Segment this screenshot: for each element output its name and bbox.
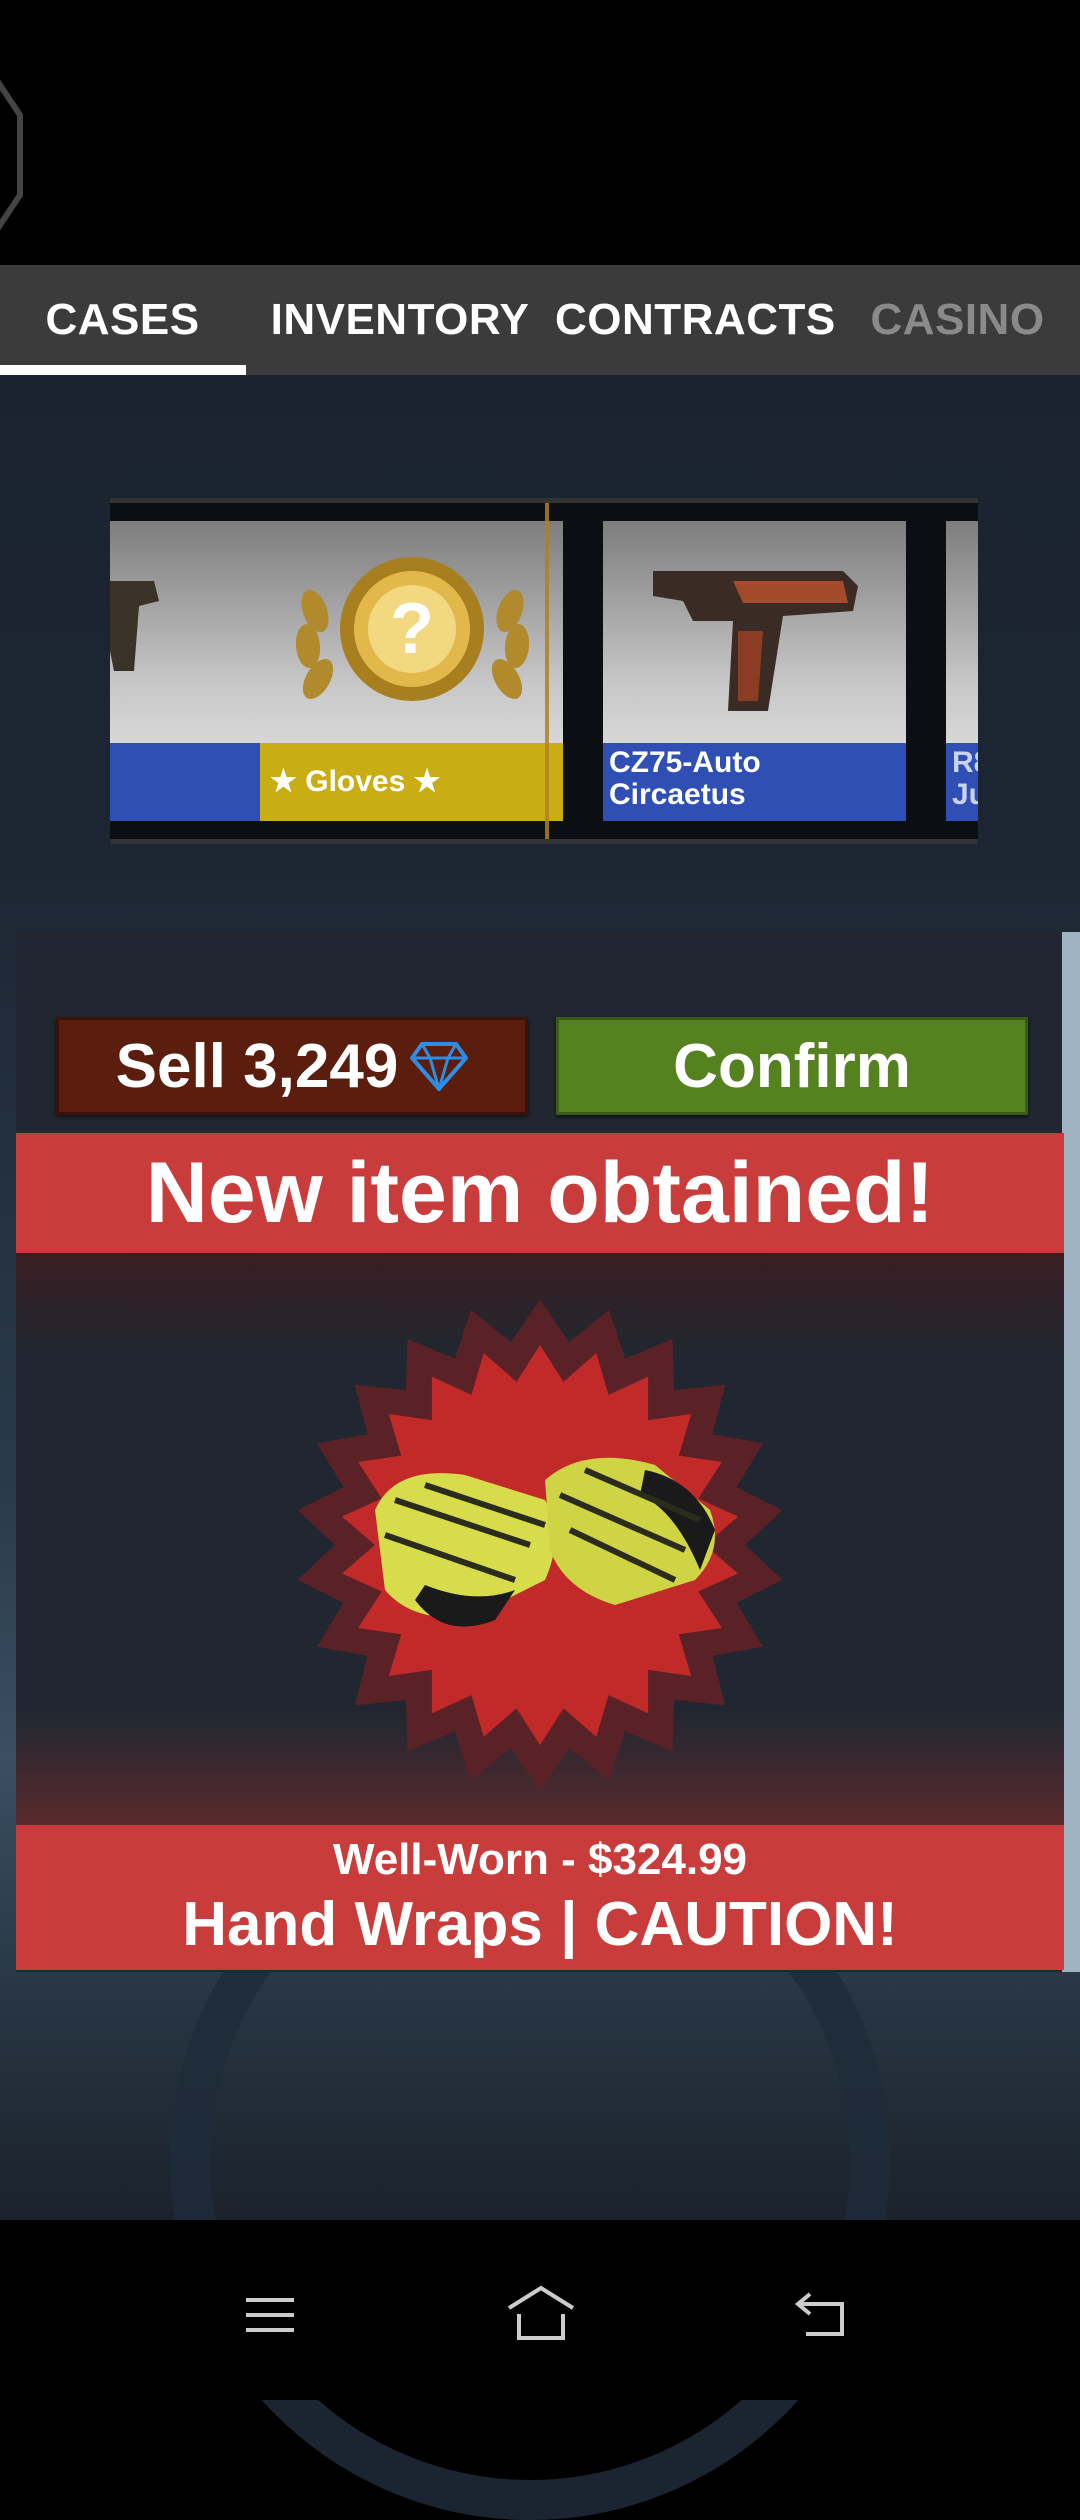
menu-icon[interactable]	[240, 2290, 300, 2340]
tab-contracts[interactable]: CONTRACTS	[555, 265, 835, 375]
reel-item-label-line: Ju	[952, 778, 978, 811]
sell-button[interactable]: Sell 3,249	[56, 1017, 528, 1115]
hexagon-outline-icon	[0, 79, 23, 231]
tab-casino[interactable]: CASINO	[845, 265, 1070, 375]
reel-item: R8 Ju	[946, 521, 978, 821]
reel-item-label-line: CZ75-Auto	[609, 746, 761, 779]
new-item-banner: New item obtained!	[16, 1133, 1064, 1253]
reel-item-label: R8 Ju	[946, 743, 978, 821]
tab-bar: CASES INVENTORY CONTRACTS CASINO	[0, 265, 1080, 375]
system-nav-bar	[0, 2220, 1080, 2400]
item-condition-price: Well-Worn - $324.99	[332, 1835, 748, 1884]
svg-text:?: ?	[390, 589, 434, 669]
home-icon[interactable]	[505, 2282, 577, 2342]
diamond-icon	[410, 1042, 469, 1091]
reel-item-cz75: CZ75-Auto Circaetus	[603, 521, 906, 821]
item-name: Hand Wraps | CAUTION!	[182, 1890, 898, 1959]
item-info-banner: Well-Worn - $324.99 Hand Wraps | CAUTION…	[16, 1825, 1064, 1970]
tab-cases[interactable]: CASES	[0, 265, 245, 375]
reel-item-label-line: R8	[952, 746, 978, 779]
reel-center-marker	[545, 503, 549, 839]
hand-wraps-caution-image	[375, 1457, 715, 1627]
tab-inventory[interactable]: INVENTORY	[270, 265, 530, 375]
confirm-button[interactable]: Confirm	[556, 1017, 1028, 1115]
back-icon[interactable]	[792, 2286, 856, 2342]
top-bar	[0, 0, 1080, 265]
sell-button-label: Sell 3,249	[115, 1031, 399, 1101]
pistol-icon	[653, 571, 858, 711]
active-tab-indicator	[0, 365, 246, 375]
mystery-gloves-medal-icon: ?	[295, 557, 530, 701]
reel-item-label-line: Circaetus	[609, 778, 746, 811]
pistol-icon	[110, 581, 159, 671]
reel-item-gloves: ? ★ Gloves ★	[260, 521, 563, 821]
reel-item-label: CZ75-Auto Circaetus	[603, 743, 906, 821]
panel-edge	[1062, 932, 1080, 1972]
case-reel: ? ★ Gloves ★ CZ75-Auto Circaetus R8 Ju	[110, 498, 978, 844]
reel-item-label: ★ Gloves ★	[260, 743, 563, 821]
